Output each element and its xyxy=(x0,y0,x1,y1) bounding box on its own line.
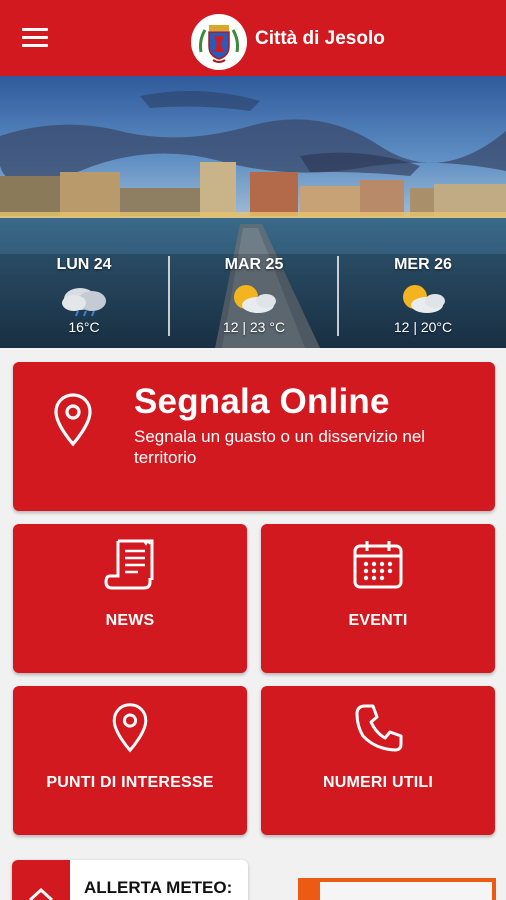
weather-temp: 12 | 23 °C xyxy=(222,319,286,335)
home-alert-icon xyxy=(28,887,54,900)
location-pin-icon xyxy=(54,393,92,447)
segnala-online-button[interactable]: Segnala Online Segnala un guasto o un di… xyxy=(13,362,495,511)
weather-day-name: MAR 25 xyxy=(224,256,284,273)
news-label: NEWS xyxy=(105,612,155,629)
city-crest-logo xyxy=(191,14,247,70)
app-title: Città di Jesolo xyxy=(255,28,385,49)
news-button[interactable]: NEWS xyxy=(13,524,247,673)
alert-icon-box xyxy=(12,860,70,900)
calendar-icon xyxy=(353,541,403,589)
eventi-button[interactable]: EVENTI xyxy=(261,524,495,673)
weather-temp: 12 | 20°C xyxy=(393,319,453,335)
weather-day: MAR 25 12 | 23 °C xyxy=(170,76,338,348)
phone-icon xyxy=(355,704,403,752)
location-pin-icon xyxy=(112,703,148,753)
weather-temp: 16°C xyxy=(68,319,100,335)
weather-forecast: LUN 24 16°C MAR 25 12 | 23 °C MER 26 12 … xyxy=(0,76,506,348)
weather-day: MER 26 12 | 20°C xyxy=(339,76,506,348)
sun-cloud-icon xyxy=(228,281,280,317)
weather-day-name: MER 26 xyxy=(394,256,452,273)
numeri-utili-button[interactable]: NUMERI UTILI xyxy=(261,686,495,835)
news-scroll-icon xyxy=(104,539,154,590)
punti-di-interesse-button[interactable]: PUNTI DI INTERESSE xyxy=(13,686,247,835)
app-bar: Città di Jesolo xyxy=(0,0,506,76)
hamburger-menu-icon[interactable] xyxy=(22,28,48,50)
promo-card[interactable] xyxy=(298,878,496,900)
sun-cloud-icon xyxy=(397,281,449,317)
numeri-utili-label: NUMERI UTILI xyxy=(323,774,433,791)
weather-day-name: LUN 24 xyxy=(56,256,112,273)
weather-day: LUN 24 16°C xyxy=(0,76,168,348)
promo-card-inner xyxy=(320,882,492,900)
rain-cloud-icon xyxy=(58,281,110,317)
eventi-label: EVENTI xyxy=(348,612,408,629)
segnala-title: Segnala Online xyxy=(134,382,390,421)
allerta-meteo-title: ALLERTA METEO: xyxy=(84,878,233,897)
segnala-subtitle: Segnala un guasto o un disservizio nel t… xyxy=(134,427,426,467)
allerta-meteo-card[interactable]: ALLERTA METEO: xyxy=(12,860,248,900)
punti-di-interesse-label: PUNTI DI INTERESSE xyxy=(46,774,214,791)
